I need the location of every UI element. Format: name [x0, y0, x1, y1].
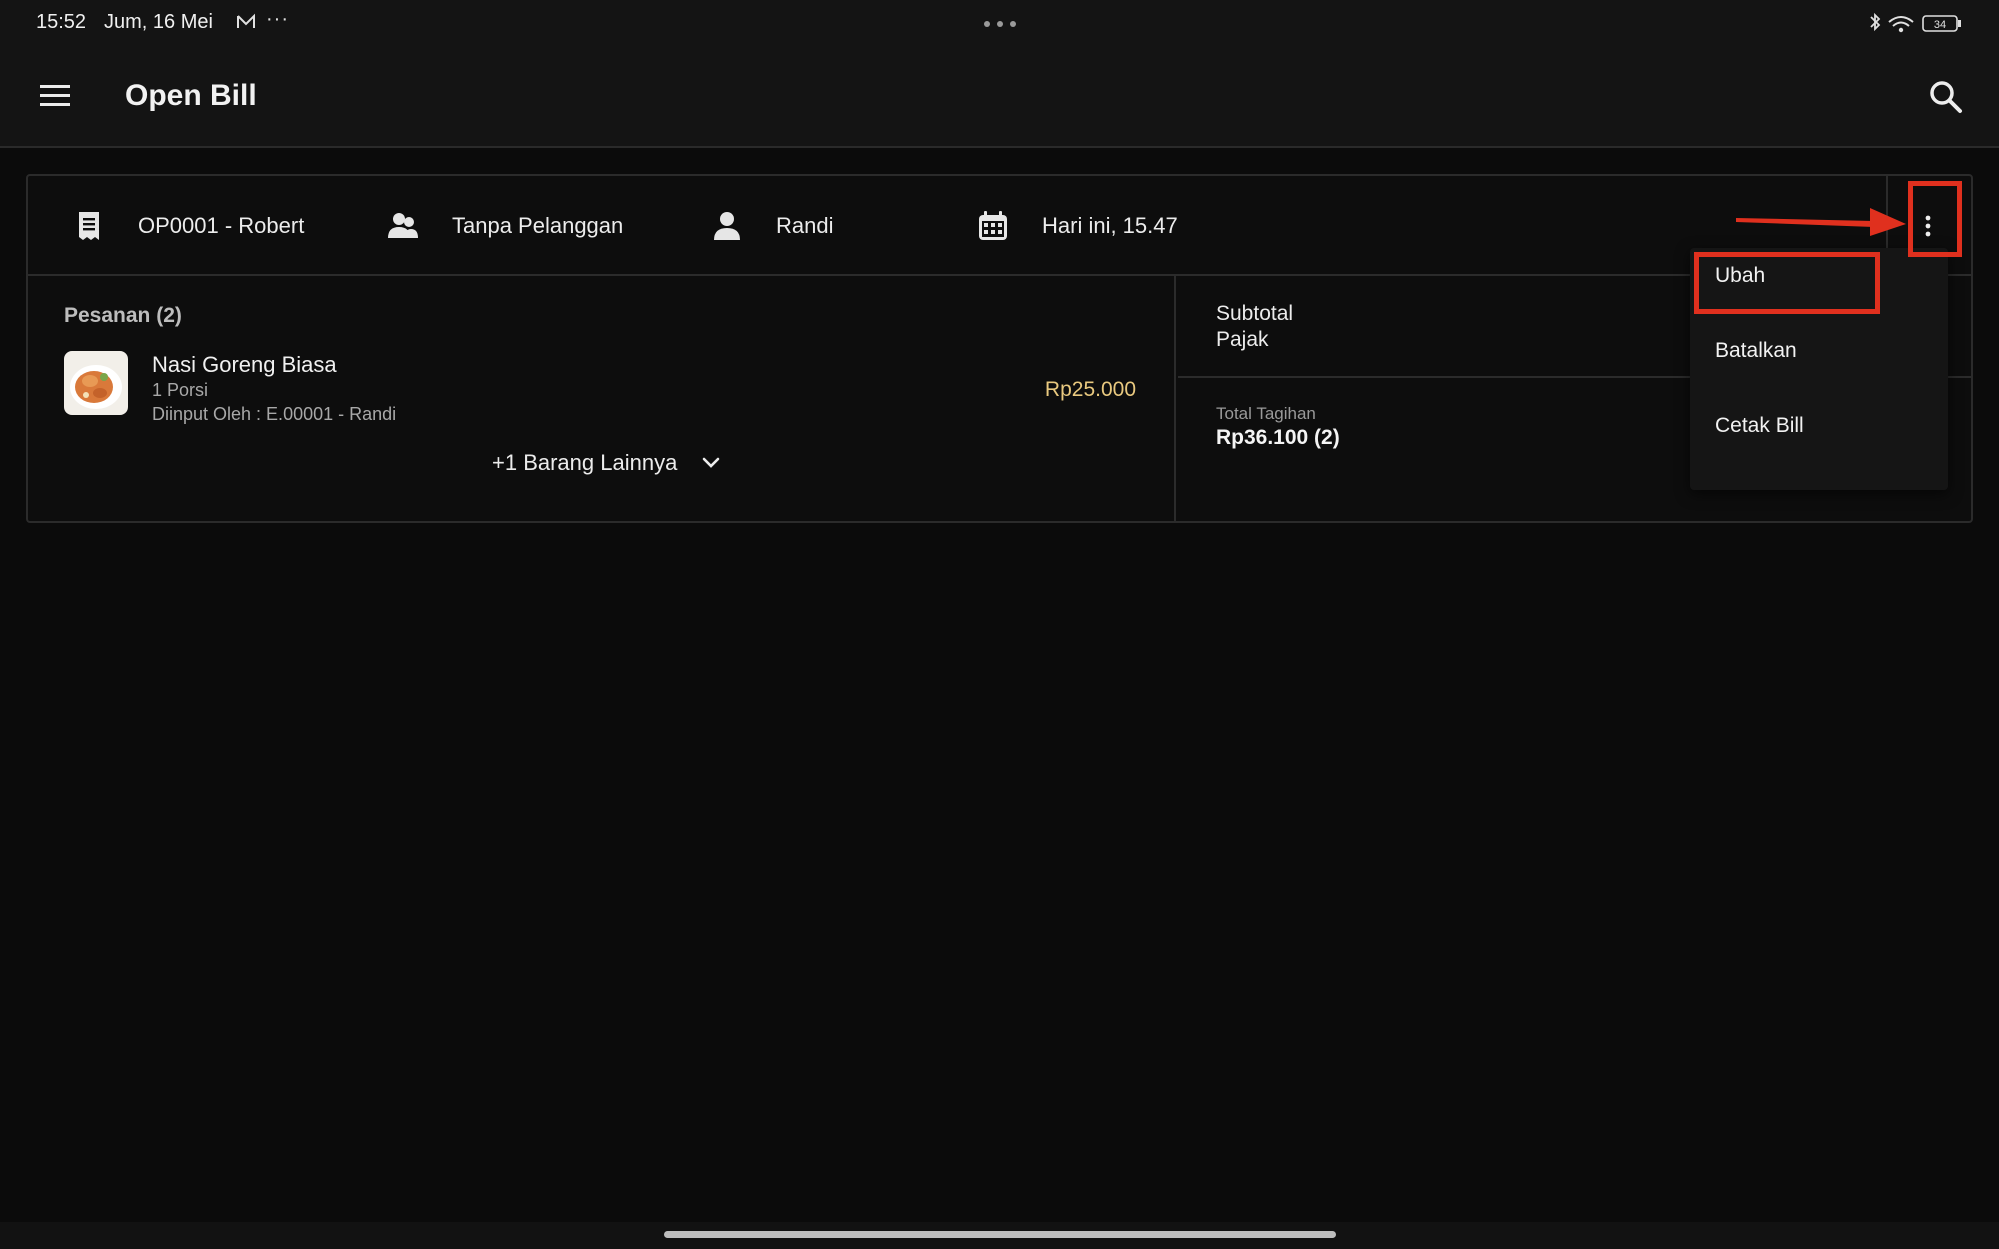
open-bill-card[interactable]: OP0001 - Robert Tanpa Pelanggan Randi Ha… [26, 174, 1973, 523]
item-price: Rp25.000 [1044, 378, 1136, 401]
more-items-label: +1 Barang Lainnya [492, 450, 678, 475]
customers-icon [388, 213, 418, 238]
highlight-more-button [1908, 181, 1962, 257]
menu-item-print-bill[interactable]: Cetak Bill [1715, 414, 1804, 438]
orders-pane: Pesanan (2) Nasi Goreng Biasa 1 Porsi Di… [28, 276, 1176, 523]
orders-label: Pesanan (2) [64, 304, 182, 327]
battery-level: 34 [1934, 19, 1946, 31]
staff-label: Randi [776, 213, 834, 238]
system-status-icons: 34 [1870, 12, 1961, 33]
total-value: Rp36.100 (2) [1216, 426, 1340, 449]
tax-label: Pajak [1216, 328, 1269, 351]
time-field: Hari ini, 15.47 [976, 208, 1178, 244]
status-time: 15:52 [36, 11, 87, 33]
time-label: Hari ini, 15.47 [1042, 213, 1178, 238]
window-handle-icon[interactable] [983, 20, 1017, 28]
chevron-down-icon [703, 457, 720, 468]
subtotal-label: Subtotal [1216, 302, 1294, 325]
search-icon[interactable] [1927, 78, 1965, 116]
status-bar: 15:52 Jum, 16 Mei ··· 34 [0, 0, 1999, 46]
total-label: Total Tagihan [1216, 404, 1316, 423]
item-name: Nasi Goreng Biasa [152, 352, 337, 377]
status-date: Jum, 16 Mei [104, 11, 213, 33]
person-icon [714, 212, 740, 240]
staff-field: Randi [710, 208, 833, 244]
food-thumbnail [64, 351, 128, 415]
menu-icon[interactable] [38, 82, 74, 110]
bill-header: OP0001 - Robert Tanpa Pelanggan Randi Ha… [28, 176, 1971, 276]
highlight-edit-item [1694, 252, 1880, 314]
item-quantity: 1 Porsi [152, 380, 209, 400]
item-entered-by: Diinput Oleh : E.00001 - Randi [152, 404, 397, 424]
menu-item-cancel[interactable]: Batalkan [1715, 339, 1797, 363]
status-more-notifications: ··· [266, 8, 289, 30]
app-bar: Open Bill [0, 46, 1999, 148]
calendar-icon [979, 211, 1007, 240]
red-arrow-icon [1736, 208, 1906, 236]
bill-id-label: OP0001 - Robert [138, 213, 305, 238]
page-title: Open Bill [125, 79, 257, 112]
customer-label: Tanpa Pelanggan [452, 213, 624, 238]
bill-id-field: OP0001 - Robert [72, 208, 304, 244]
wifi-icon [1888, 16, 1914, 33]
more-items-button[interactable]: +1 Barang Lainnya [492, 450, 723, 476]
customer-field: Tanpa Pelanggan [386, 208, 623, 244]
home-indicator[interactable] [664, 1231, 1336, 1238]
mail-notification-icon [237, 13, 255, 28]
receipt-icon [79, 212, 99, 240]
bluetooth-icon [1870, 12, 1881, 32]
fried-rice-image [64, 351, 128, 415]
